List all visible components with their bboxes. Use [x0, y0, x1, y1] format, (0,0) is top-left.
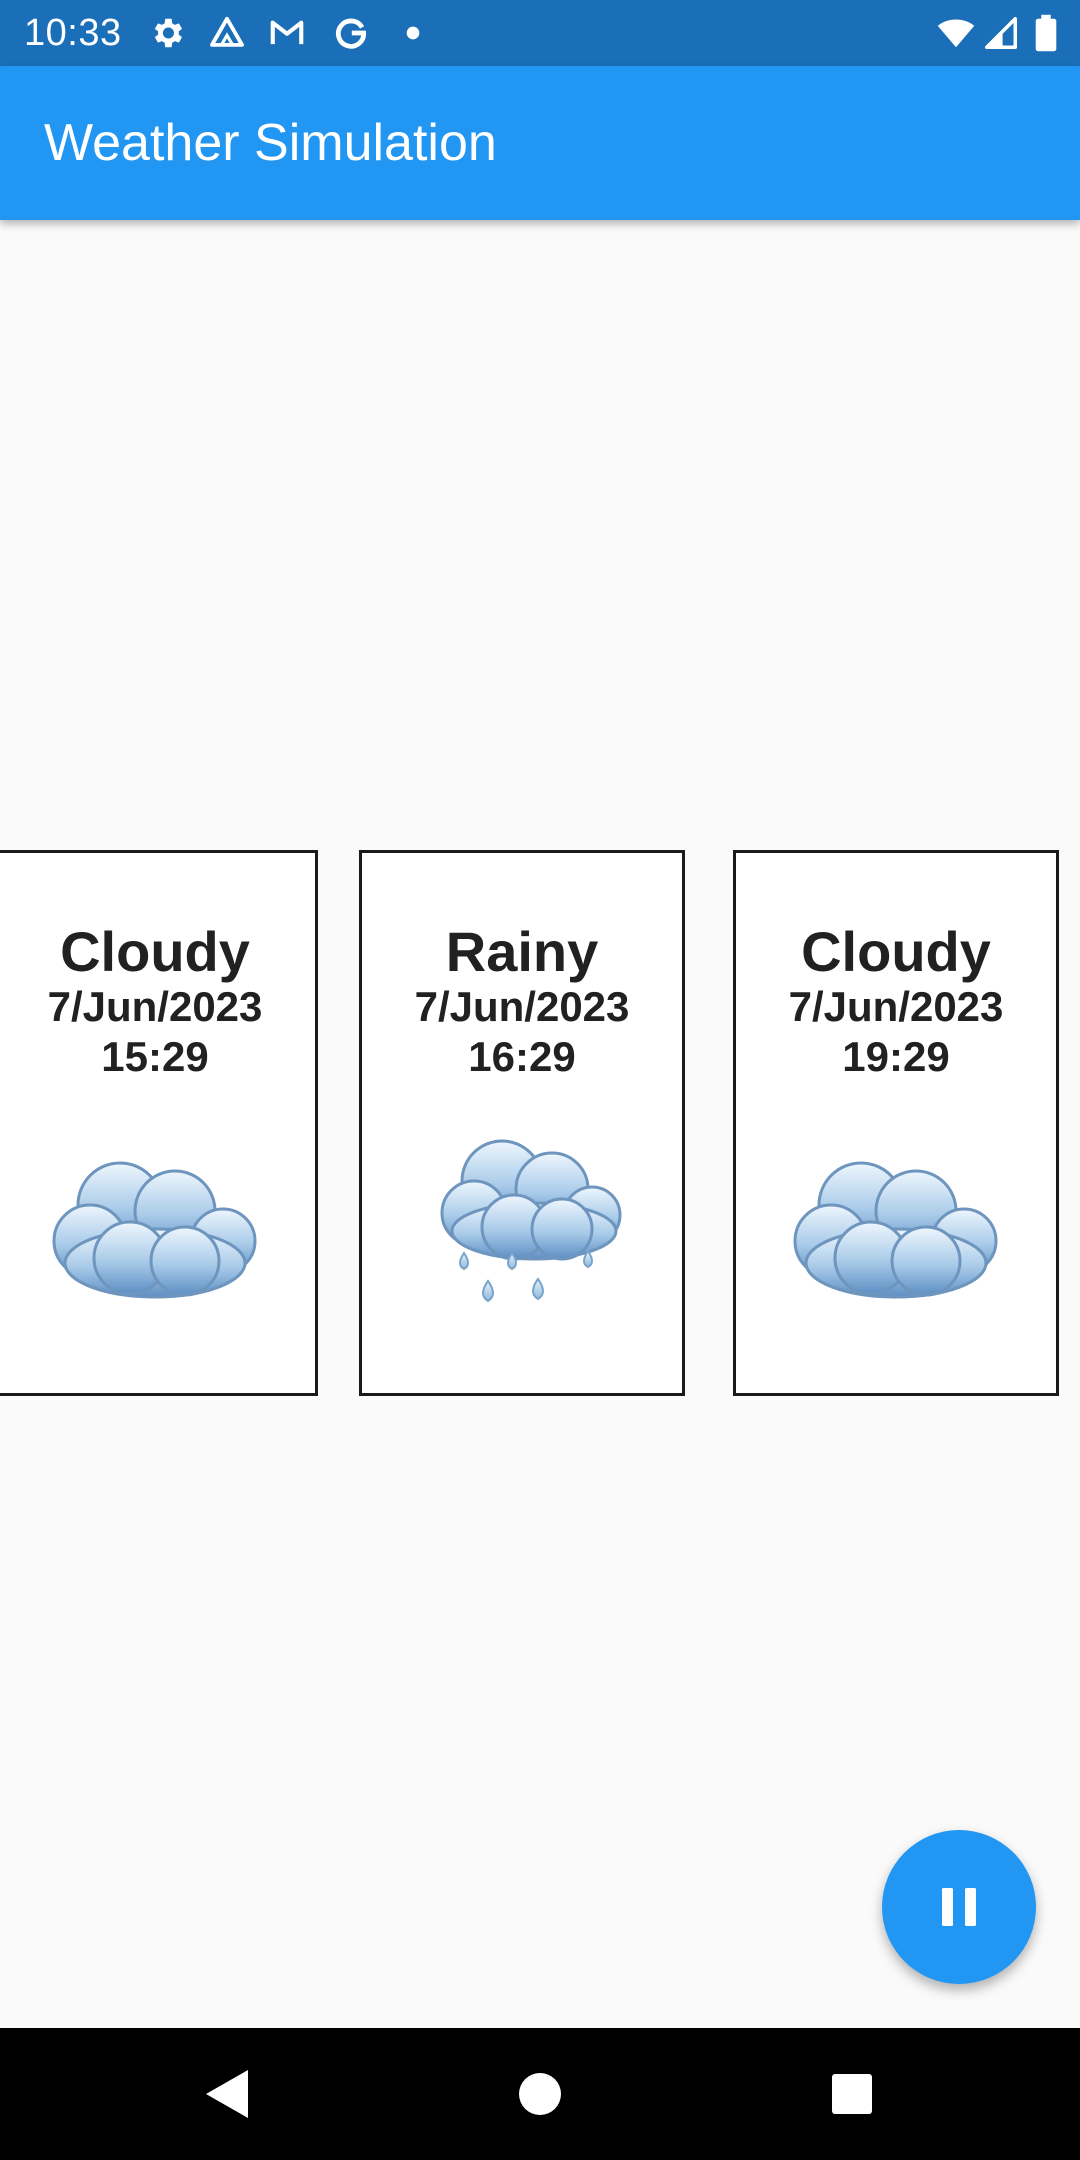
- drive-icon: [208, 14, 246, 52]
- rain-cloud-icon: [402, 1123, 642, 1323]
- battery-icon: [1030, 14, 1062, 52]
- forecast-condition: Rainy: [445, 920, 599, 983]
- app-title: Weather Simulation: [44, 114, 497, 172]
- gmail-icon: [268, 14, 306, 52]
- dot-icon: [394, 14, 432, 52]
- pause-icon: [942, 1888, 976, 1926]
- forecast-date: 7/Jun/2023: [788, 983, 1004, 1030]
- forecast-time: 15:29: [101, 1033, 209, 1080]
- pause-button[interactable]: [882, 1830, 1036, 1984]
- forecast-card-rainy-1629: Rainy 7/Jun/2023 16:29: [359, 850, 685, 1396]
- forecast-card-cloudy-1529: Cloudy 7/Jun/2023 15:29: [0, 850, 318, 1396]
- back-button[interactable]: [196, 2064, 256, 2124]
- forecast-date: 7/Jun/2023: [47, 983, 263, 1030]
- navigation-bar: [0, 2028, 1080, 2160]
- google-icon: [332, 14, 370, 52]
- forecast-condition: Cloudy: [60, 920, 250, 983]
- forecast-time: 19:29: [842, 1033, 950, 1080]
- gear-icon: [148, 14, 186, 52]
- cloud-icon: [35, 1123, 275, 1323]
- status-bar: 10:33: [0, 0, 1080, 66]
- wifi-icon: [934, 14, 978, 52]
- home-button[interactable]: [510, 2064, 570, 2124]
- status-time: 10:33: [24, 12, 122, 54]
- forecast-time: 16:29: [468, 1033, 576, 1080]
- app-bar: Weather Simulation: [0, 66, 1080, 220]
- forecast-card-cloudy-1929: Cloudy 7/Jun/2023 19:29: [733, 850, 1059, 1396]
- forecast-condition: Cloudy: [801, 920, 991, 983]
- back-icon: [206, 2070, 248, 2118]
- cloud-icon: [776, 1123, 1016, 1323]
- forecast-date: 7/Jun/2023: [414, 983, 630, 1030]
- home-icon: [519, 2073, 561, 2115]
- recents-icon: [832, 2074, 872, 2114]
- signal-icon: [982, 14, 1020, 52]
- recents-button[interactable]: [822, 2064, 882, 2124]
